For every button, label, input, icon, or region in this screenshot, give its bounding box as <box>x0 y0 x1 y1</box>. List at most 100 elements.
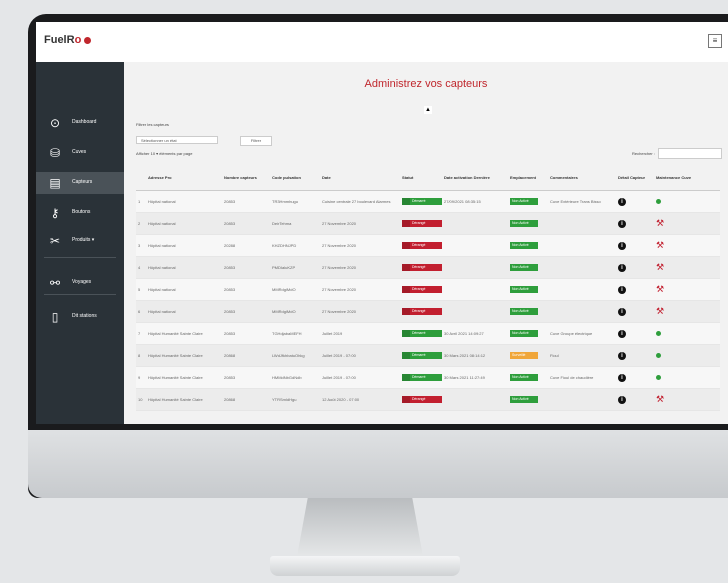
sidebar-item-label: Dit stations <box>72 313 97 319</box>
info-icon[interactable]: i <box>618 329 626 338</box>
search-input[interactable] <box>658 148 722 159</box>
sidebar-item-link[interactable]: ⚯ Voyages <box>36 272 124 294</box>
sidebar-item-dashboard[interactable]: ⊙ Dashboard <box>36 112 124 134</box>
column-header[interactable]: Emplacement <box>508 164 548 191</box>
app-logo[interactable]: FuelRo <box>44 34 92 46</box>
last-activation <box>442 234 508 257</box>
status-cell: Dérangé <box>400 256 442 279</box>
column-header[interactable]: Commentaires <box>548 164 616 191</box>
status-filter-select[interactable]: Sélectionner un état <box>136 136 218 144</box>
location-badge: Non Activé <box>510 330 538 337</box>
install-date: Juillet 2019 - 07:00 <box>320 366 400 389</box>
status-badge: Dérangé <box>410 264 442 271</box>
pulse-code: TR3Hmmhugu <box>270 190 320 213</box>
wrench-icon[interactable]: ⚒ <box>656 262 664 272</box>
detail-cell: i <box>616 344 654 367</box>
tools-icon: ✂ <box>49 234 61 248</box>
sensors-table: Adresse Pro Nombre capteurs Code pulsation… <box>136 164 720 411</box>
status-badge: Dérangé <box>410 286 442 293</box>
wrench-icon[interactable]: ⚒ <box>656 284 664 294</box>
maintenance-cell: ⚒ <box>654 388 720 411</box>
install-date: 27 Novembre 2020 <box>320 212 400 235</box>
status-badge: Dérangé <box>410 220 442 227</box>
maintenance-cell: ⚒ <box>654 278 720 301</box>
status-cell: Démarré <box>400 344 442 367</box>
sidebar-item-key[interactable]: ⚷ Boutons <box>36 202 124 224</box>
column-header[interactable]: Code pulsation <box>270 164 320 191</box>
status-indicator <box>402 308 410 315</box>
sidebar-item-tank[interactable]: ⛁ Cuves <box>36 142 124 164</box>
sidebar-divider <box>44 257 116 258</box>
last-activation: 27/09/2021 08:35:15 <box>442 190 508 213</box>
column-header[interactable]: Date activation Dernière <box>442 164 508 191</box>
column-header[interactable] <box>136 164 146 191</box>
page-length-select[interactable]: Afficher 10 ▾ éléments par page <box>136 151 192 156</box>
column-header[interactable]: Date <box>320 164 400 191</box>
table-row[interactable]: 8 Hôpital Humanité Sainte Claire 20868 LWdJ… <box>136 344 720 367</box>
wrench-icon[interactable]: ⚒ <box>656 240 664 250</box>
maintenance-cell: ⚒ <box>654 234 720 257</box>
last-activation: 30 Mars 2021 11:27:49 <box>442 366 508 389</box>
sidebar-item-sensor[interactable]: ▤ Capteurs <box>36 172 124 194</box>
pulse-code: DeirTehma <box>270 212 320 235</box>
table-row[interactable]: 9 Hôpital Humanité Sainte Claire 20853 HMMd… <box>136 366 720 389</box>
sidebar-item-label: Capteurs <box>72 179 93 185</box>
location-badge: Non Activé <box>510 242 538 249</box>
info-icon[interactable]: i <box>618 197 626 206</box>
table-row[interactable]: 1 Hôpital national 20853 TR3Hmmhugu Cuisine … <box>136 190 720 213</box>
sidebar-item-phone[interactable]: ▯ Dit stations <box>36 306 124 328</box>
site-name: Hôpital national <box>146 300 222 323</box>
info-icon[interactable]: i <box>618 351 626 360</box>
info-icon[interactable]: i <box>618 241 626 250</box>
site-name: Hôpital national <box>146 212 222 235</box>
column-header[interactable]: Statut <box>400 164 442 191</box>
table-row[interactable]: 2 Hôpital national 20853 DeirTehma 27 Novemb… <box>136 212 720 235</box>
info-icon[interactable]: i <box>618 219 626 228</box>
info-icon[interactable]: i <box>618 373 626 382</box>
install-date: 27 Novembre 2020 <box>320 278 400 301</box>
install-date: 27 Novembre 2020 <box>320 256 400 279</box>
site-name: Hôpital Humanité Sainte Claire <box>146 388 222 411</box>
main-content: Administrez vos capteurs ▲ Filtrer les c… <box>124 62 728 424</box>
table-row[interactable]: 4 Hôpital national 20853 PMDIaluKZP 27 Novem… <box>136 256 720 279</box>
column-header[interactable]: Maintenance Cuve <box>654 164 720 191</box>
sensor-count: 20288 <box>222 234 270 257</box>
wrench-icon[interactable]: ⚒ <box>656 306 664 316</box>
sidebar-item-label: Voyages <box>72 279 92 285</box>
wrench-icon[interactable]: ⚒ <box>656 218 664 228</box>
table-row[interactable]: 10 Hôpital Humanité Sainte Claire 20868 YTR… <box>136 388 720 411</box>
pulse-code: MMRdgiMdO <box>270 300 320 323</box>
filter-button[interactable]: Filtrer <box>240 136 272 146</box>
pulse-code: HMMdNbGdNdb <box>270 366 320 389</box>
tank-icon: ⛁ <box>49 146 61 160</box>
location-cell: Non Activé <box>508 256 548 279</box>
info-icon[interactable]: i <box>618 263 626 272</box>
search-label: Rechercher : <box>632 151 655 156</box>
info-icon[interactable]: i <box>618 285 626 294</box>
column-header[interactable]: Adresse Pro <box>146 164 222 191</box>
phone-icon: ▯ <box>51 310 59 324</box>
status-cell: Dérangé <box>400 278 442 301</box>
table-row[interactable]: 7 Hôpital Humanité Sainte Claire 20853 TGHd… <box>136 322 720 345</box>
last-activation <box>442 278 508 301</box>
table-row[interactable]: 3 Hôpital national 20288 KHZDHNJPD 27 Novemb… <box>136 234 720 257</box>
sidebar: ⊙ Dashboard ⛁ Cuves ▤ Capteurs ⚷ Boutons ✂ Produi… <box>36 62 124 424</box>
column-header[interactable]: Détail Capteur <box>616 164 654 191</box>
install-date: 27 Novembre 2020 <box>320 300 400 323</box>
maintenance-cell <box>654 322 720 345</box>
row-number: 4 <box>136 256 146 279</box>
location-badge: Surveillé <box>510 352 538 359</box>
table-row[interactable]: 5 Hôpital national 20853 MMRdgiMdO 27 Novemb… <box>136 278 720 301</box>
collapse-button[interactable]: ▲ <box>424 106 432 114</box>
location-cell: Non Activé <box>508 322 548 345</box>
column-header[interactable]: Nombre capteurs <box>222 164 270 191</box>
status-cell: Démarré <box>400 366 442 389</box>
table-row[interactable]: 6 Hôpital national 20853 MMRdgiMdO 27 Novemb… <box>136 300 720 323</box>
wrench-icon[interactable]: ⚒ <box>656 394 664 404</box>
info-icon[interactable]: i <box>618 395 626 404</box>
menu-toggle-button[interactable]: ≡ <box>708 34 722 48</box>
info-icon[interactable]: i <box>618 307 626 316</box>
location-cell: Surveillé <box>508 344 548 367</box>
comment: Cuve Groupe électrique <box>548 322 616 345</box>
sidebar-item-tools[interactable]: ✂ Produits ▾ <box>36 230 124 252</box>
